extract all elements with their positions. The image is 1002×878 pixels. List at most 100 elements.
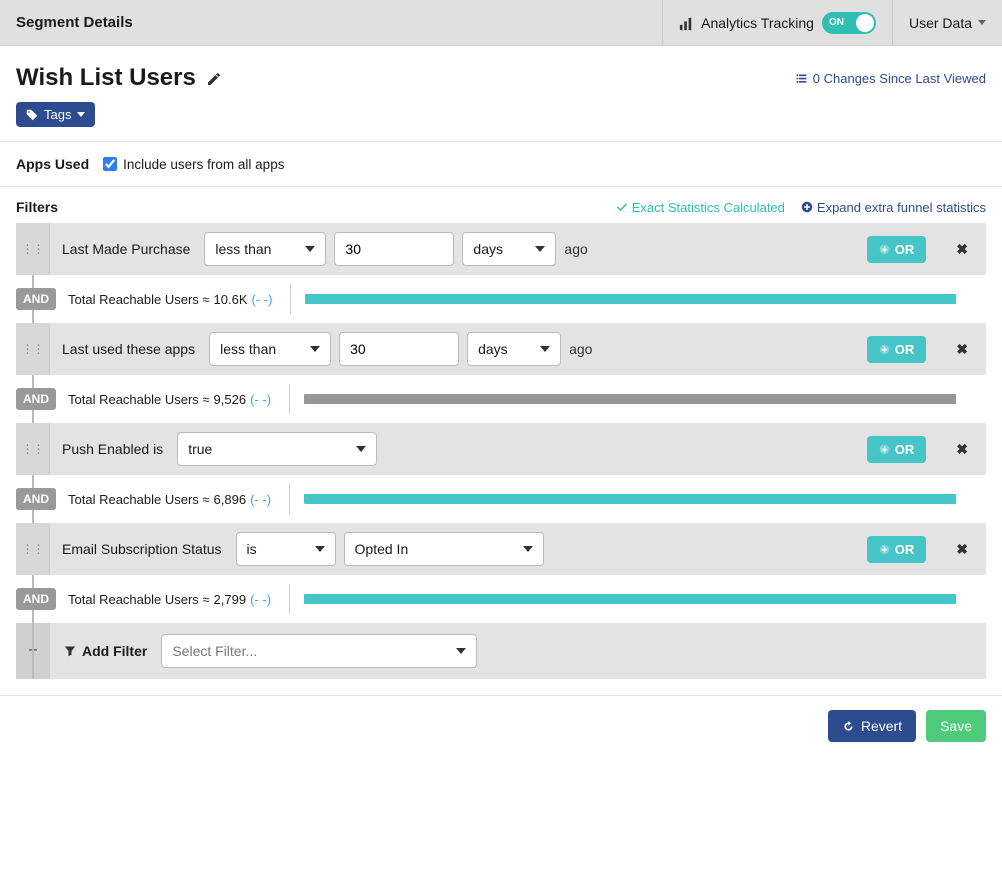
and-badge: AND	[16, 288, 56, 310]
plus-circle-icon	[879, 244, 890, 255]
separator	[290, 284, 291, 314]
include-all-apps[interactable]: Include users from all apps	[103, 157, 284, 172]
filter-row: ⋮⋮ Last used these apps less than days a…	[16, 323, 986, 375]
save-label: Save	[940, 718, 972, 734]
changes-since-link[interactable]: 0 Changes Since Last Viewed	[795, 71, 986, 86]
or-button[interactable]: OR	[867, 436, 927, 463]
chevron-down-icon	[77, 112, 85, 117]
reachable-prefix: Total Reachable Users ≈	[68, 292, 210, 307]
reachable-value: 6,896	[214, 492, 247, 507]
include-all-apps-label: Include users from all apps	[123, 157, 284, 172]
filter-value-input[interactable]	[334, 232, 454, 266]
filter-operator-select[interactable]: less than	[209, 332, 331, 366]
exact-stats-indicator: Exact Statistics Calculated	[616, 200, 785, 215]
tracking-label: Analytics Tracking	[701, 15, 814, 31]
reachable-bar-fill	[304, 494, 956, 504]
plus-circle-icon	[801, 201, 813, 213]
reachable-bar-fill	[304, 594, 956, 604]
drag-handle[interactable]: ⋮⋮	[16, 423, 50, 475]
add-filter-row: + Add Filter Select Filter...	[16, 623, 986, 679]
reachable-diff-link[interactable]: (- -)	[250, 492, 271, 507]
filter-value-select[interactable]: Opted In	[344, 532, 544, 566]
filters-label: Filters	[16, 199, 58, 215]
segment-title-row: Wish List Users 0 Changes Since Last Vie…	[0, 46, 1002, 102]
reachable-diff-link[interactable]: (- -)	[252, 292, 273, 307]
drag-handle[interactable]: ⋮⋮	[16, 523, 50, 575]
filter-operator-select[interactable]: is	[236, 532, 336, 566]
tracking-section: Analytics Tracking ON	[662, 0, 892, 45]
or-label: OR	[895, 342, 915, 357]
reachable-prefix: Total Reachable Users ≈	[68, 392, 210, 407]
or-label: OR	[895, 442, 915, 457]
and-badge: AND	[16, 388, 56, 410]
filter-unit-select[interactable]: days	[462, 232, 556, 266]
filter-unit-select[interactable]: days	[467, 332, 561, 366]
reachable-text: Total Reachable Users ≈ 6,896 (- -)	[68, 492, 271, 507]
caret-down-icon	[523, 546, 533, 552]
footer-bar: Revert Save	[0, 695, 1002, 756]
filter-unit-value: days	[473, 241, 503, 257]
drag-handle[interactable]: ⋮⋮	[16, 223, 50, 275]
filter-operator-select[interactable]: true	[177, 432, 377, 466]
funnel-icon	[64, 645, 76, 657]
reachable-bar-track	[304, 494, 956, 504]
ago-label: ago	[569, 341, 592, 357]
tracking-toggle[interactable]: ON	[822, 12, 876, 34]
check-icon	[616, 201, 628, 213]
segment-name: Wish List Users	[16, 64, 196, 92]
ago-label: ago	[564, 241, 587, 257]
and-badge: AND	[16, 488, 56, 510]
or-button[interactable]: OR	[867, 536, 927, 563]
tag-icon	[26, 109, 38, 121]
reachable-value: 10.6K	[214, 292, 248, 307]
caret-down-icon	[305, 246, 315, 252]
app-header: Segment Details Analytics Tracking ON Us…	[0, 0, 1002, 46]
filter-operator-value: less than	[220, 341, 276, 357]
apps-used-label: Apps Used	[16, 156, 89, 172]
remove-filter-icon[interactable]: ✖	[938, 441, 986, 458]
reachable-value: 9,526	[214, 392, 247, 407]
reachable-prefix: Total Reachable Users ≈	[68, 492, 210, 507]
caret-down-icon	[540, 346, 550, 352]
exact-stats-text: Exact Statistics Calculated	[632, 200, 785, 215]
filter-operator-select[interactable]: less than	[204, 232, 326, 266]
edit-name-icon[interactable]	[206, 69, 222, 86]
caret-down-icon	[356, 446, 366, 452]
filter-stat-row: AND Total Reachable Users ≈ 2,799 (- -)	[16, 575, 986, 623]
reachable-bar-track	[304, 394, 956, 404]
revert-button[interactable]: Revert	[828, 710, 916, 742]
reachable-text: Total Reachable Users ≈ 10.6K (- -)	[68, 292, 272, 307]
expand-funnel-link[interactable]: Expand extra funnel statistics	[801, 200, 986, 215]
toggle-knob	[856, 14, 874, 32]
remove-filter-icon[interactable]: ✖	[938, 341, 986, 358]
user-data-menu[interactable]: User Data	[892, 0, 1002, 45]
filter-stat-row: AND Total Reachable Users ≈ 6,896 (- -)	[16, 475, 986, 523]
changes-text: 0 Changes Since Last Viewed	[813, 71, 986, 86]
filter-operator-value: is	[247, 541, 257, 557]
save-button[interactable]: Save	[926, 710, 986, 742]
remove-filter-icon[interactable]: ✖	[938, 541, 986, 558]
reachable-diff-link[interactable]: (- -)	[250, 592, 271, 607]
or-button[interactable]: OR	[867, 336, 927, 363]
filter-label: Email Subscription Status	[62, 541, 222, 557]
add-filter-select[interactable]: Select Filter...	[161, 634, 477, 668]
plus-circle-icon	[879, 444, 890, 455]
page-title: Segment Details	[0, 14, 662, 31]
include-all-apps-checkbox[interactable]	[103, 157, 117, 171]
filter-value-input[interactable]	[339, 332, 459, 366]
drag-handle[interactable]: ⋮⋮	[16, 323, 50, 375]
add-filter-placeholder: Select Filter...	[172, 643, 257, 659]
separator	[289, 584, 290, 614]
remove-filter-icon[interactable]: ✖	[938, 241, 986, 258]
revert-label: Revert	[861, 718, 902, 734]
expand-funnel-text: Expand extra funnel statistics	[817, 200, 986, 215]
or-button[interactable]: OR	[867, 236, 927, 263]
revert-icon	[842, 720, 855, 733]
caret-down-icon	[315, 546, 325, 552]
add-filter-label: Add Filter	[64, 643, 147, 659]
reachable-text: Total Reachable Users ≈ 9,526 (- -)	[68, 392, 271, 407]
reachable-text: Total Reachable Users ≈ 2,799 (- -)	[68, 592, 271, 607]
filter-operator-value: less than	[215, 241, 271, 257]
tags-button[interactable]: Tags	[16, 102, 95, 127]
reachable-diff-link[interactable]: (- -)	[250, 392, 271, 407]
